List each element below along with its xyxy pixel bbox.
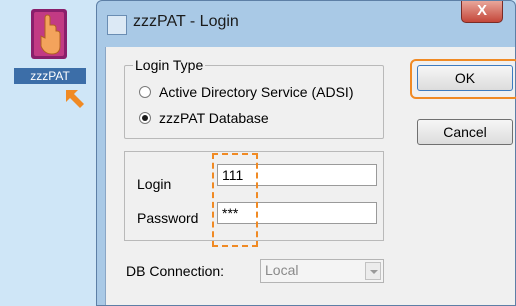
ok-button[interactable]: OK bbox=[417, 65, 513, 91]
desktop-shortcut-zzzpat[interactable]: zzzPAT bbox=[14, 8, 86, 88]
login-dialog: zzzPAT - Login X Login Type Active Direc… bbox=[96, 0, 516, 306]
db-connection-label: DB Connection: bbox=[126, 263, 225, 279]
window-title: zzzPAT - Login bbox=[133, 13, 239, 30]
cancel-button[interactable]: Cancel bbox=[417, 119, 513, 145]
chevron-down-icon[interactable] bbox=[365, 262, 381, 280]
dialog-client-area: Login Type Active Directory Service (ADS… bbox=[105, 47, 516, 305]
radio-adsi-label: Active Directory Service (ADSI) bbox=[159, 84, 354, 100]
title-bar[interactable]: zzzPAT - Login X bbox=[97, 1, 515, 47]
zzzpat-app-icon bbox=[31, 9, 67, 59]
radio-zzzpat-database[interactable]: zzzPAT Database bbox=[139, 110, 269, 126]
desktop-icon-label: zzzPAT bbox=[14, 68, 86, 84]
db-connection-select[interactable]: Local bbox=[260, 259, 384, 283]
pointer-arrow-icon bbox=[66, 90, 84, 108]
radio-adsi[interactable]: Active Directory Service (ADSI) bbox=[139, 84, 353, 100]
radio-adsi-circle[interactable] bbox=[139, 86, 151, 98]
login-type-legend: Login Type bbox=[133, 57, 206, 73]
radio-zzzpat-circle[interactable] bbox=[139, 112, 151, 124]
login-label: Login bbox=[137, 176, 172, 192]
window-icon bbox=[107, 15, 127, 35]
credentials-highlight bbox=[212, 153, 258, 247]
login-type-group: Login Type Active Directory Service (ADS… bbox=[124, 57, 384, 139]
db-connection-value: Local bbox=[265, 262, 299, 278]
password-label: Password bbox=[137, 210, 199, 226]
radio-zzzpat-label: zzzPAT Database bbox=[159, 110, 269, 126]
close-button[interactable]: X bbox=[461, 1, 503, 23]
